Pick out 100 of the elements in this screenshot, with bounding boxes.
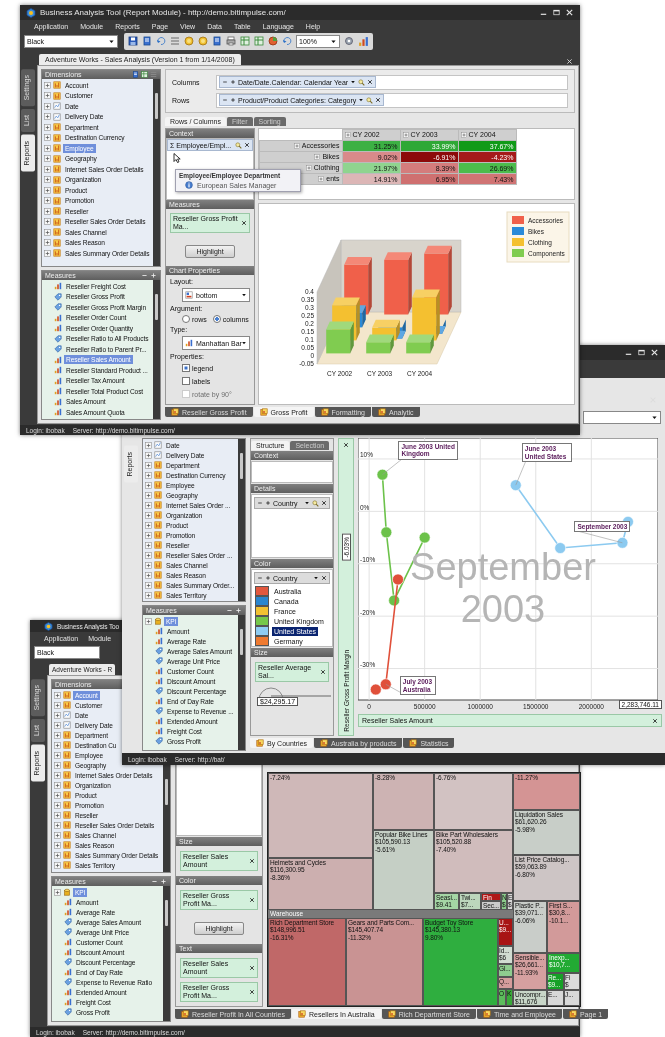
expand-icon[interactable] [44, 176, 51, 184]
expand-icon[interactable] [145, 591, 152, 599]
close-icon[interactable] [241, 220, 247, 226]
printer-icon[interactable] [226, 36, 236, 46]
expand-icon[interactable] [44, 239, 51, 247]
expand-icon[interactable] [54, 751, 61, 759]
plus-icon[interactable] [235, 607, 242, 614]
plus-icon[interactable] [230, 79, 236, 85]
expand-icon[interactable] [54, 851, 61, 859]
expand-icon[interactable] [145, 451, 152, 459]
document-icon[interactable] [132, 71, 139, 78]
minus-icon[interactable] [222, 79, 228, 85]
scrollbar[interactable] [153, 280, 160, 419]
expand-icon[interactable] [145, 541, 152, 549]
magnifier-icon[interactable] [235, 141, 242, 149]
minus-icon[interactable] [226, 607, 233, 614]
close-icon[interactable] [367, 79, 374, 85]
close-icon[interactable] [343, 442, 349, 448]
expand-icon[interactable] [54, 721, 61, 729]
expand-icon[interactable] [54, 731, 61, 739]
plus-icon[interactable] [230, 97, 236, 103]
expand-icon[interactable] [145, 521, 152, 529]
expand-icon[interactable] [145, 531, 152, 539]
expand-icon[interactable] [54, 831, 61, 839]
expand-icon[interactable] [44, 134, 51, 142]
expand-icon[interactable] [44, 186, 51, 194]
expand-icon[interactable] [54, 841, 61, 849]
expand-icon[interactable] [44, 113, 51, 121]
scrollbar[interactable] [163, 765, 170, 872]
expand-icon[interactable] [344, 131, 351, 138]
table-icon[interactable] [240, 36, 250, 46]
plus-icon[interactable] [160, 878, 167, 885]
table-icon[interactable] [254, 36, 264, 46]
expand-icon[interactable] [145, 571, 152, 579]
minus-icon[interactable] [222, 97, 228, 103]
expand-icon[interactable] [44, 218, 51, 226]
expand-icon[interactable] [44, 81, 51, 89]
plus-icon[interactable] [265, 575, 271, 581]
close-icon[interactable] [375, 97, 382, 103]
expand-icon[interactable] [44, 155, 51, 163]
expand-icon[interactable] [44, 102, 51, 110]
expand-icon[interactable] [145, 461, 152, 469]
expand-icon[interactable] [54, 791, 61, 799]
expand-icon[interactable] [145, 441, 152, 449]
close-icon[interactable] [249, 989, 255, 995]
expand-icon[interactable] [44, 165, 51, 173]
expand-icon[interactable] [44, 197, 51, 205]
expand-icon[interactable] [44, 228, 51, 236]
expand-icon[interactable] [44, 249, 51, 257]
expand-icon[interactable] [145, 501, 152, 509]
close-icon[interactable] [244, 142, 250, 148]
expand-icon[interactable] [305, 164, 312, 171]
scrollbar[interactable] [238, 439, 245, 601]
dropdown[interactable] [583, 410, 661, 424]
scrollbar[interactable] [153, 79, 160, 266]
plus-icon[interactable] [265, 500, 271, 506]
minus-icon[interactable] [141, 272, 148, 279]
expand-icon[interactable] [54, 888, 61, 896]
expand-icon[interactable] [54, 701, 61, 709]
expand-icon[interactable] [54, 761, 61, 769]
expand-icon[interactable] [44, 123, 51, 131]
minus-icon[interactable] [257, 575, 263, 581]
plus-icon[interactable] [150, 272, 157, 279]
close-icon[interactable] [249, 965, 255, 971]
document-icon[interactable] [142, 36, 152, 46]
scrollbar[interactable] [163, 886, 170, 1021]
list-icon[interactable] [170, 36, 180, 46]
minus-icon[interactable] [151, 878, 158, 885]
close-icon[interactable] [249, 858, 255, 864]
expand-icon[interactable] [54, 711, 61, 719]
expand-icon[interactable] [54, 821, 61, 829]
expand-icon[interactable] [54, 741, 61, 749]
expand-icon[interactable] [145, 561, 152, 569]
document-icon[interactable] [212, 36, 222, 46]
expand-icon[interactable] [318, 175, 325, 182]
refresh-icon[interactable] [156, 36, 166, 46]
close-icon[interactable] [321, 575, 327, 581]
expand-icon[interactable] [44, 207, 51, 215]
gear-icon[interactable] [344, 36, 354, 46]
expand-icon[interactable] [145, 471, 152, 479]
expand-icon[interactable] [54, 801, 61, 809]
table-icon[interactable] [141, 71, 148, 78]
close-icon[interactable] [652, 717, 658, 724]
expand-icon[interactable] [145, 551, 152, 559]
expand-icon[interactable] [54, 811, 61, 819]
expand-icon[interactable] [293, 142, 300, 149]
expand-icon[interactable] [44, 92, 51, 100]
expand-icon[interactable] [54, 691, 61, 699]
expand-icon[interactable] [44, 144, 51, 152]
expand-icon[interactable] [145, 617, 152, 625]
refresh-icon[interactable] [282, 36, 292, 46]
pie-chart-icon[interactable] [268, 36, 278, 46]
close-icon[interactable] [249, 897, 255, 903]
expand-icon[interactable] [460, 131, 467, 138]
close-icon[interactable] [321, 500, 327, 506]
maximize-icon[interactable] [637, 348, 646, 357]
maximize-icon[interactable] [552, 8, 561, 17]
close-icon[interactable] [320, 669, 326, 675]
minus-icon[interactable] [257, 500, 263, 506]
expand-icon[interactable] [145, 481, 152, 489]
